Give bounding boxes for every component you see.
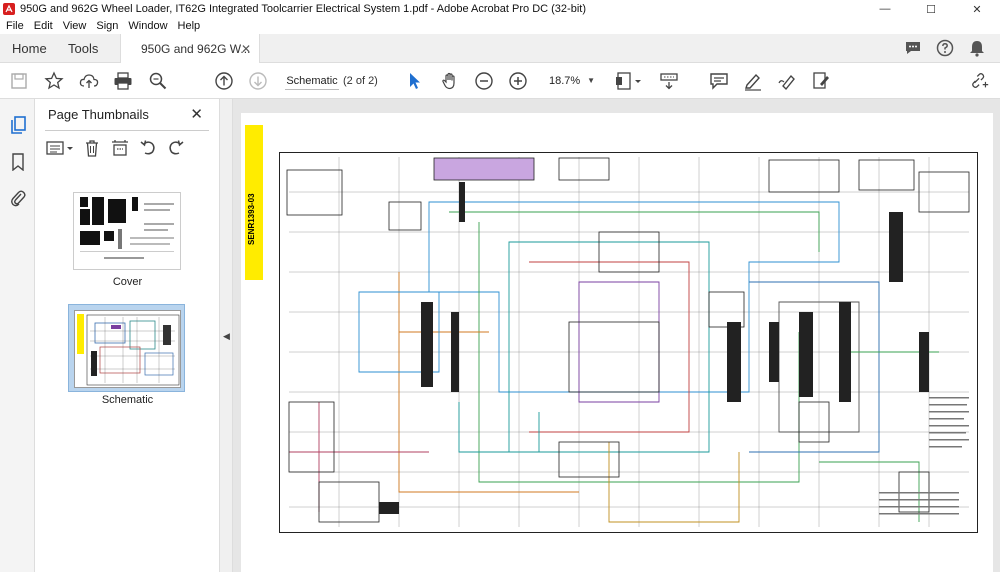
thumbnail-schematic-selected[interactable]	[68, 304, 185, 392]
menu-window[interactable]: Window	[123, 20, 172, 32]
menu-file[interactable]: File	[0, 20, 29, 32]
menu-bar: File Edit View Sign Window Help	[0, 18, 1000, 34]
close-window-button[interactable]: ✕	[954, 0, 1000, 18]
menu-help[interactable]: Help	[173, 20, 206, 32]
magnifier-search-icon[interactable]	[148, 71, 168, 91]
minimize-button[interactable]: —	[862, 0, 908, 18]
save-icon[interactable]	[9, 71, 29, 91]
select-cursor-icon[interactable]	[405, 71, 425, 91]
thumbnail-schematic-label: Schematic	[101, 394, 154, 406]
tab-document-label: 950G and 962G W...	[141, 41, 251, 56]
previous-page-icon[interactable]	[214, 71, 234, 91]
tab-document[interactable]: 950G and 962G W... ✕	[120, 34, 260, 63]
next-page-icon[interactable]	[248, 71, 268, 91]
menu-sign[interactable]: Sign	[91, 20, 123, 32]
extract-page-icon[interactable]	[109, 138, 131, 158]
zoom-in-icon[interactable]	[508, 71, 528, 91]
tab-bar: Home Tools 950G and 962G W... ✕	[0, 34, 1000, 63]
delete-page-icon[interactable]	[81, 138, 103, 158]
page-label-field[interactable]: Schematic	[285, 72, 339, 90]
rotate-right-icon[interactable]	[165, 138, 187, 158]
tab-tools[interactable]: Tools	[68, 34, 98, 63]
title-bar: 950G and 962G Wheel Loader, IT62G Integr…	[0, 0, 1000, 18]
pdf-page-schematic: SENR1393-03	[241, 113, 993, 572]
acrobat-app-icon	[3, 3, 15, 15]
panel-title: Page Thumbnails	[48, 107, 149, 122]
cloud-upload-icon[interactable]	[79, 71, 99, 91]
tab-home[interactable]: Home	[12, 34, 47, 63]
thumbnail-cover-label: Cover	[112, 276, 143, 288]
main-toolbar: Schematic (2 of 2) 18.7% ▼	[0, 63, 1000, 99]
page-count: (2 of 2)	[343, 75, 378, 87]
scroll-mode-icon[interactable]	[659, 71, 679, 91]
menu-view[interactable]: View	[58, 20, 92, 32]
panel-collapse-handle[interactable]: ◀	[220, 99, 233, 572]
menu-edit[interactable]: Edit	[29, 20, 58, 32]
tab-close-icon[interactable]: ✕	[241, 42, 251, 56]
window-title: 950G and 962G Wheel Loader, IT62G Integr…	[20, 3, 586, 15]
notification-bell-icon[interactable]	[968, 39, 986, 57]
attachments-paperclip-icon[interactable]	[8, 188, 28, 208]
document-id-label: SENR1393-03	[247, 193, 256, 245]
draw-pen-icon[interactable]	[777, 71, 797, 91]
page-thumbnails-icon[interactable]	[8, 115, 28, 135]
bookmarks-icon[interactable]	[8, 152, 28, 172]
electrical-schematic-drawing	[279, 152, 978, 533]
thumbnail-toolbar	[45, 137, 187, 159]
document-view[interactable]: SENR1393-03	[233, 99, 1000, 572]
zoom-level-dropdown[interactable]: 18.7% ▼	[541, 72, 599, 90]
page-fit-icon[interactable]	[615, 71, 643, 91]
thumbnail-schematic-image	[74, 310, 181, 388]
rotate-left-icon[interactable]	[137, 138, 159, 158]
zoom-level-value: 18.7%	[549, 75, 581, 87]
zoom-out-icon[interactable]	[474, 71, 494, 91]
panel-close-icon[interactable]: ✕	[190, 105, 203, 123]
comment-bubble-icon[interactable]	[904, 39, 922, 57]
highlight-pen-icon[interactable]	[743, 71, 763, 91]
thumbnail-cover[interactable]	[73, 192, 181, 270]
share-link-icon[interactable]	[970, 71, 990, 91]
options-menu-icon[interactable]	[45, 138, 75, 158]
maximize-button[interactable]: ☐	[908, 0, 954, 18]
divider	[45, 130, 209, 131]
fill-sign-icon[interactable]	[811, 71, 831, 91]
page-thumbnails-panel: Page Thumbnails ✕ Cover Schematic	[35, 99, 220, 572]
navigation-rail	[0, 99, 35, 572]
document-id-strip: SENR1393-03	[245, 125, 263, 280]
chevron-down-icon: ▼	[587, 76, 595, 85]
comment-icon[interactable]	[709, 71, 729, 91]
help-icon[interactable]	[936, 39, 954, 57]
bookmark-star-icon[interactable]	[44, 71, 64, 91]
print-icon[interactable]	[113, 71, 133, 91]
hand-tool-icon[interactable]	[440, 71, 460, 91]
chevron-left-icon: ◀	[223, 331, 230, 341]
